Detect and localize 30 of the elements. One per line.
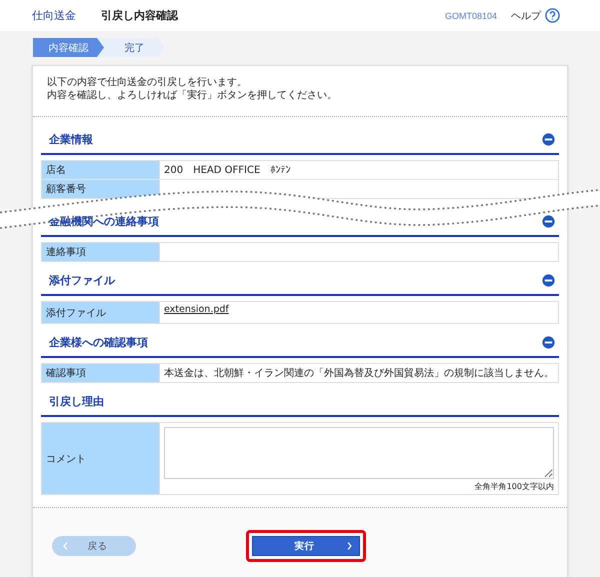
field-label: コメント — [42, 423, 160, 494]
instruction-text: 内容を確認し、よろしければ「実行」ボタンを押してください。 — [47, 89, 338, 102]
comment-field[interactable] — [164, 427, 554, 479]
execute-button[interactable]: 実行 — [252, 536, 360, 556]
chevron-left-icon — [62, 541, 69, 551]
field-label: 店名 — [42, 161, 160, 179]
collapse-icon[interactable] — [542, 214, 555, 228]
field-value: 本送金は、北朝鮮・イラン関連の「外国為替及び外国貿易法」の規制に該当しません。 — [163, 366, 555, 381]
section-title: 企業情報 — [49, 132, 93, 146]
screen-id: GOMT08104 — [444, 10, 497, 20]
section-title: 引戻し理由 — [49, 394, 104, 408]
collapse-icon[interactable] — [542, 132, 555, 146]
help-link[interactable]: ヘルプ — [511, 8, 541, 22]
service-title: 仕向送金 — [32, 8, 76, 23]
collapse-icon[interactable] — [542, 274, 555, 286]
page-title: 引戻し内容確認 — [101, 8, 178, 23]
file-link[interactable]: extension.pdf — [164, 304, 229, 315]
collapse-icon[interactable] — [542, 336, 555, 348]
instruction-text: 以下の内容で仕向送金の引戻しを行います。 — [47, 76, 248, 89]
field-label: 確認事項 — [42, 364, 160, 382]
field-label: 添付ファイル — [42, 302, 160, 323]
field-value: 200 HEAD OFFICE ﾎﾝﾃﾝ — [163, 164, 292, 178]
chevron-right-icon — [346, 541, 353, 551]
step-indicator: 内容確認 — [33, 38, 104, 57]
field-label: 顧客番号 — [42, 180, 160, 198]
character-limit-note: 全角半角100文字以内 — [474, 481, 554, 492]
section-title: 企業様への確認事項 — [49, 334, 148, 350]
section-title: 添付ファイル — [49, 272, 115, 288]
field-label: 連絡事項 — [42, 243, 160, 261]
help-icon[interactable] — [545, 8, 560, 23]
